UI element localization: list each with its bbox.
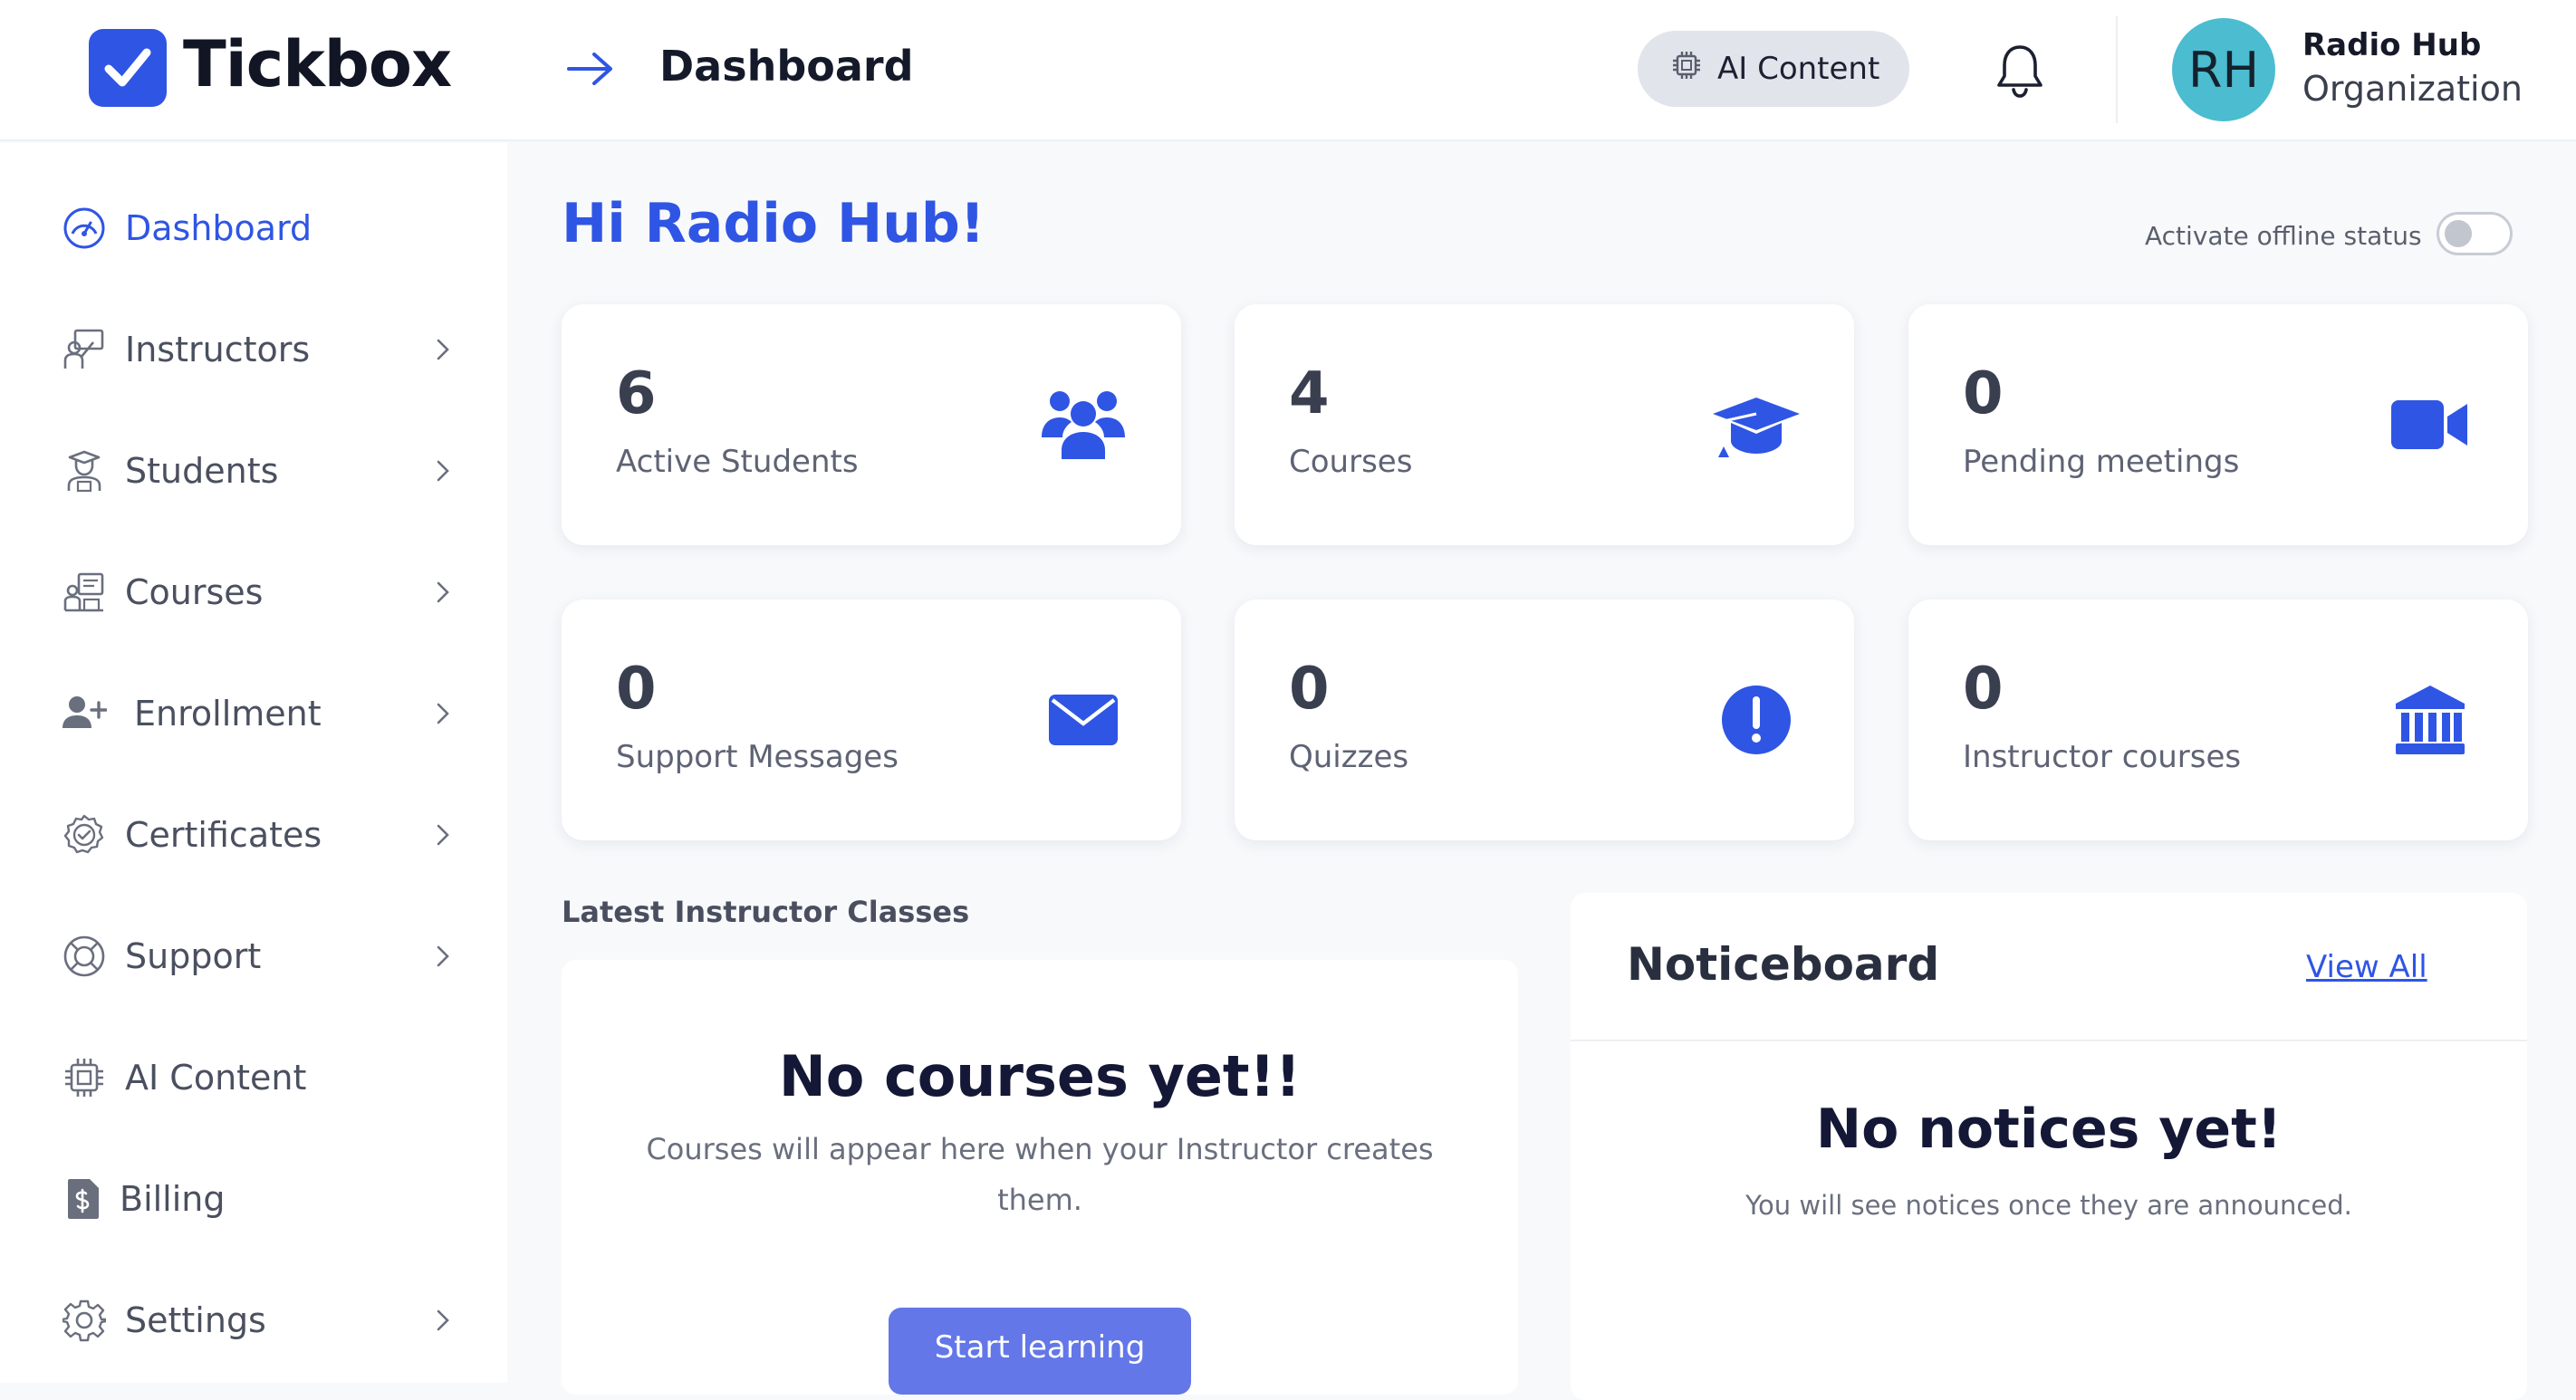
stat-label: Support Messages [616,739,899,775]
stat-card-support-messages[interactable]: 0 Support Messages [562,599,1181,840]
logo-icon[interactable] [89,29,167,107]
sidebar-item-ai-content[interactable]: AI Content [62,1041,451,1114]
top-bar: Tickbox Dashboard AI Content RH Radio Hu… [0,0,2576,141]
institution-icon [2385,679,2475,761]
empty-notices-message: You will see notices once they are annou… [1745,1190,2352,1221]
chevron-right-icon [435,580,451,609]
ai-content-label: AI Content [1717,51,1880,87]
sidebar-item-label: Dashboard [125,208,312,248]
stat-value: 0 [1963,656,2004,723]
sidebar-item-certificates[interactable]: Certificates [62,799,451,871]
page-title: Dashboard [659,42,914,91]
chevron-right-icon [435,337,451,366]
chip-icon [1670,49,1703,90]
stat-value: 4 [1289,360,1330,427]
add-user-icon [62,691,107,736]
sidebar-item-courses[interactable]: Courses [62,556,451,628]
chevron-right-icon [435,1308,451,1337]
sidebar-item-label: AI Content [125,1058,307,1098]
ai-content-button[interactable]: AI Content [1638,31,1909,107]
empty-notices-title: No notices yet! [1815,1098,2283,1161]
stat-label: Pending meetings [1963,444,2240,480]
stat-card-active-students[interactable]: 6 Active Students [562,304,1181,545]
sidebar-item-label: Courses [125,572,264,612]
noticeboard-card: Noticeboard View All No notices yet! You… [1571,893,2527,1400]
stat-value: 0 [1963,360,2004,427]
offline-status-label: Activate offline status [2145,221,2422,251]
sidebar-item-instructors[interactable]: Instructors [62,313,451,386]
envelope-icon [1038,679,1129,761]
bell-icon[interactable] [1993,42,2047,103]
sidebar-item-support[interactable]: Support [62,920,451,992]
stat-card-instructor-courses[interactable]: 0 Instructor courses [1908,599,2528,840]
offline-status-toggle[interactable] [2437,212,2513,255]
noticeboard-header: Noticeboard View All [1571,893,2527,1041]
sidebar-item-label: Students [125,451,279,491]
sidebar-item-label: Settings [125,1300,266,1340]
empty-courses-message-line2: them. [997,1183,1082,1217]
graduation-cap-icon [1711,384,1802,465]
latest-classes-heading: Latest Instructor Classes [562,895,970,929]
sidebar-item-label: Enrollment [134,694,322,734]
users-group-icon [1038,384,1129,465]
sidebar-item-students[interactable]: Students [62,435,451,507]
arrow-right-icon[interactable] [567,51,614,91]
start-learning-button[interactable]: Start learning [889,1308,1191,1395]
stat-value: 0 [616,656,657,723]
sidebar-item-dashboard[interactable]: Dashboard [62,192,451,264]
sidebar-item-label: Certificates [125,815,322,855]
chevron-right-icon [435,822,451,851]
sidebar: Dashboard Instructors Students Courses E… [0,143,507,1383]
exclamation-circle-icon [1711,679,1802,761]
stat-label: Active Students [616,444,859,480]
student-icon [62,448,107,494]
certificate-badge-icon [62,812,107,858]
empty-courses-message: Courses will appear here when your Instr… [646,1132,1434,1166]
sidebar-item-label: Support [125,936,262,976]
avatar[interactable]: RH [2172,18,2275,121]
noticeboard-title: Noticeboard [1627,938,1940,991]
chevron-right-icon [435,458,451,487]
sidebar-item-label: Instructors [125,330,311,369]
stat-label: Courses [1289,444,1413,480]
empty-courses-title: No courses yet!! [778,1043,1302,1109]
toggle-knob [2445,220,2472,247]
courses-icon [62,570,107,615]
chevron-right-icon [435,701,451,730]
stat-label: Instructor courses [1963,739,2242,775]
chip-icon [62,1055,107,1100]
video-camera-icon [2385,384,2475,465]
billing-doc-icon [62,1176,107,1222]
sidebar-item-settings[interactable]: Settings [62,1284,451,1357]
user-name: Radio Hub [2302,27,2482,63]
sidebar-item-billing[interactable]: Billing [62,1163,451,1235]
header-divider [2116,16,2118,123]
stat-value: 6 [616,360,657,427]
instructor-icon [62,327,107,372]
gear-icon [62,1298,107,1343]
latest-classes-card: No courses yet!! Courses will appear her… [562,960,1518,1395]
stat-card-quizzes[interactable]: 0 Quizzes [1235,599,1854,840]
user-organization: Organization [2302,69,2523,109]
chevron-right-icon [435,944,451,973]
lifebuoy-icon [62,934,107,979]
greeting-heading: Hi Radio Hub! [562,192,985,255]
sidebar-item-label: Billing [120,1179,226,1219]
stat-card-pending-meetings[interactable]: 0 Pending meetings [1908,304,2528,545]
stat-value: 0 [1289,656,1330,723]
view-all-link[interactable]: View All [2306,949,2427,985]
logo-text[interactable]: Tickbox [183,27,452,101]
stat-card-courses[interactable]: 4 Courses [1235,304,1854,545]
sidebar-item-enrollment[interactable]: Enrollment [62,677,451,750]
dashboard-gauge-icon [62,206,107,251]
stat-label: Quizzes [1289,739,1409,775]
